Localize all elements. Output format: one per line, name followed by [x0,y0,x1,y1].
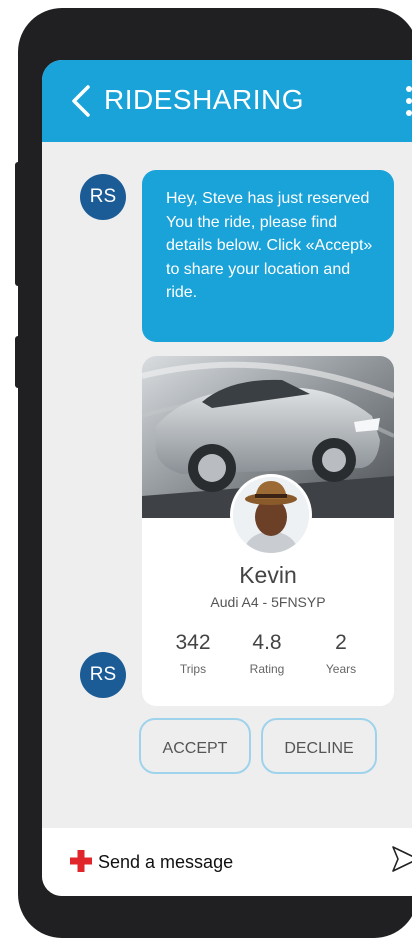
sender-avatar: RS [80,174,126,220]
send-icon[interactable] [390,844,412,874]
volume-button [15,162,22,286]
power-button [15,336,22,388]
driver-name: Kevin [239,562,297,588]
decline-button[interactable]: DECLINE [261,718,377,774]
sender-avatar: RS [80,652,126,698]
message-composer [42,828,412,896]
app-screen: RIDESHARING RS Hey, Steve has just reser… [42,60,412,896]
app-title: RIDESHARING [104,84,304,115]
message-bubble: Hey, Steve has just reserved You the rid… [142,170,394,342]
phone-frame: RIDESHARING RS Hey, Steve has just reser… [18,8,412,938]
accept-button[interactable]: ACCEPT [139,718,251,774]
message-input[interactable] [98,852,378,873]
driver-card[interactable]: Kevin Audi A4 - 5FNSYP 342 Trips 4.8 Rat… [142,356,394,706]
plus-icon[interactable] [70,850,92,872]
driver-avatar [230,474,312,556]
message-text: Hey, Steve has just reserved You the rid… [166,190,373,301]
stat-trips: 342 Trips [158,631,228,676]
stat-value: 2 [335,631,347,654]
stat-label: Years [325,662,357,676]
chevron-left-icon[interactable] [70,84,92,118]
stat-rating: 4.8 Rating [232,631,302,676]
stat-value: 342 [175,631,211,654]
stat-value: 4.8 [252,631,282,654]
stat-label: Rating [249,662,285,676]
more-vertical-icon[interactable] [404,86,412,126]
app-bar: RIDESHARING [42,60,412,142]
driver-car: Audi A4 - 5FNSYP [210,594,326,610]
stat-label: Trips [179,662,207,676]
stat-years: 2 Years [306,631,376,676]
